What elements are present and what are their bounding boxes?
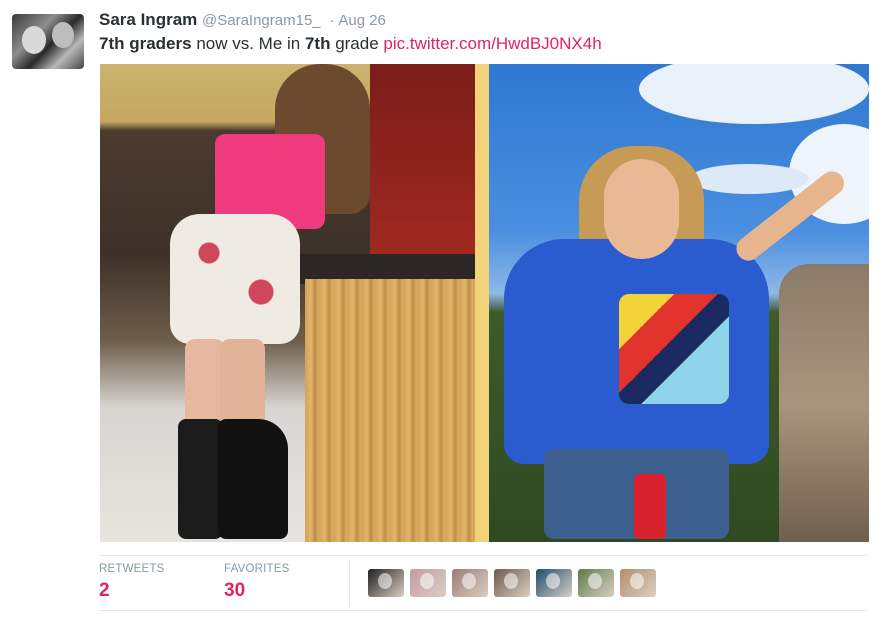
leg-left <box>185 339 225 429</box>
shirt-print <box>619 294 729 404</box>
cloud <box>639 64 869 124</box>
favoriter-avatar-4[interactable] <box>494 569 530 597</box>
favoriter-face <box>378 573 392 589</box>
favoriter-avatar-1[interactable] <box>368 569 404 597</box>
stats-separator <box>349 560 350 606</box>
author-screen-name[interactable]: @SaraIngram15_ <box>202 12 321 29</box>
floral-skirt <box>170 214 300 344</box>
tweet-text-bold-1: 7th graders <box>99 34 192 53</box>
favoriter-face <box>546 573 560 589</box>
tweet-text-bold-2: 7th <box>304 34 331 53</box>
red-pouch <box>634 474 666 539</box>
stats-divider-bottom <box>99 610 868 611</box>
photo-left[interactable] <box>100 64 475 542</box>
author-name[interactable]: Sara Ingram <box>99 10 197 29</box>
retweets-label: RETWEETS <box>99 563 165 575</box>
header-separator: · <box>329 12 335 29</box>
favoriter-face <box>588 573 602 589</box>
boot-right <box>218 419 288 539</box>
cloud <box>689 164 809 194</box>
boot-left <box>178 419 223 539</box>
avatar-face-left <box>22 26 46 54</box>
favoriter-avatar-7[interactable] <box>620 569 656 597</box>
favoriter-face <box>420 573 434 589</box>
tweet-date[interactable]: Aug 26 <box>338 12 386 29</box>
favoriter-avatar-2[interactable] <box>410 569 446 597</box>
tweet-media-link[interactable]: pic.twitter.com/HwdBJ0NX4h <box>383 34 601 53</box>
leg-right <box>220 339 265 429</box>
background-wall <box>370 64 475 274</box>
favoriter-avatar-3[interactable] <box>452 569 488 597</box>
photo-right[interactable] <box>489 64 869 542</box>
wood-counter <box>305 279 475 542</box>
tweet-text-middle: now vs. Me in <box>191 34 305 53</box>
retweets-count: 2 <box>99 580 110 601</box>
tweet-text-end: grade <box>330 34 384 53</box>
retweets-stat[interactable]: RETWEETS 2 <box>99 563 165 602</box>
favoriter-face <box>462 573 476 589</box>
tweet-header: Sara Ingram @SaraIngram15_ · Aug 26 <box>99 10 386 31</box>
tweet-text: 7th graders now vs. Me in 7th grade pic.… <box>99 33 602 55</box>
photo-divider <box>475 64 489 542</box>
tweet-media[interactable] <box>100 64 869 542</box>
author-avatar[interactable] <box>12 14 84 69</box>
favorites-count: 30 <box>224 580 246 601</box>
favoriter-avatar-6[interactable] <box>578 569 614 597</box>
girl-face <box>604 159 679 259</box>
favoriter-face <box>504 573 518 589</box>
favoriter-avatar-5[interactable] <box>536 569 572 597</box>
favoriters-list <box>368 569 656 597</box>
favorites-label: FAVORITES <box>224 563 290 575</box>
favoriter-face <box>630 573 644 589</box>
rock-cliff <box>779 264 869 542</box>
avatar-face-right <box>52 22 74 48</box>
stats-divider-top <box>99 555 868 556</box>
favorites-stat[interactable]: FAVORITES 30 <box>224 563 290 602</box>
